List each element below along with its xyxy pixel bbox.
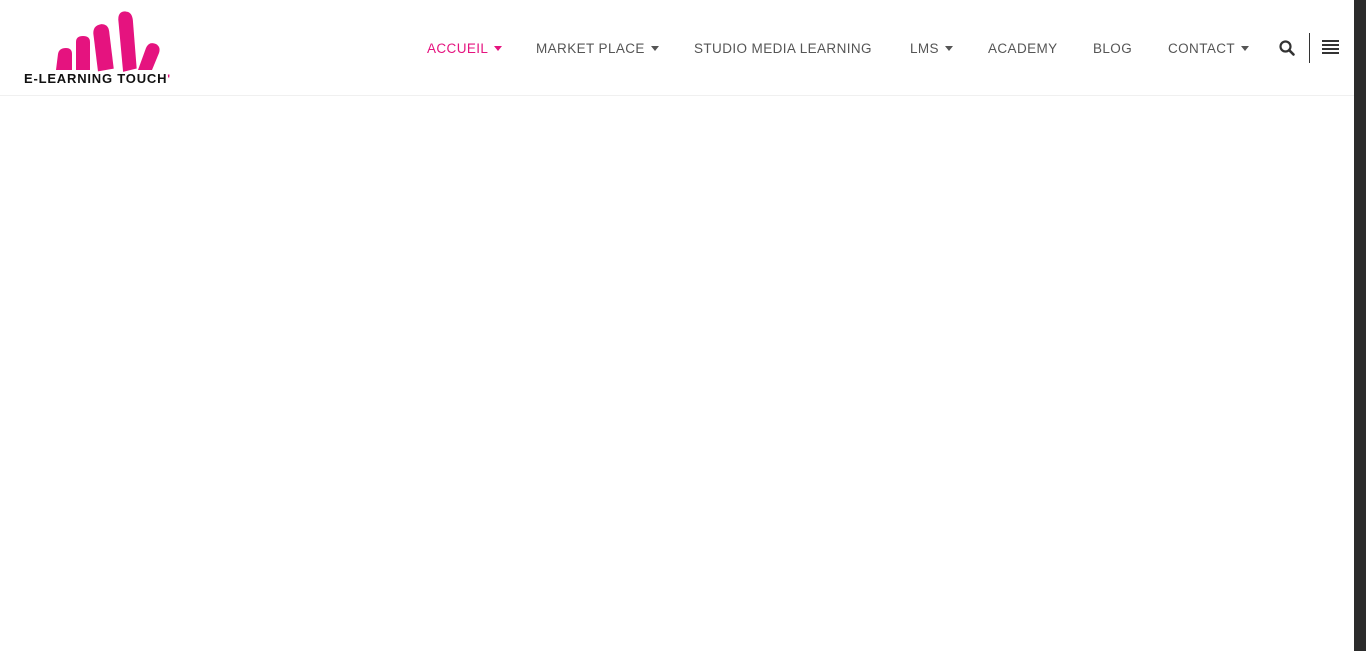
nav-item-blog[interactable]: BLOG [1093,40,1132,58]
nav-item-label: CONTACT [1168,41,1236,56]
nav-item-label: STUDIO MEDIA LEARNING [694,41,872,56]
nav-item-accueil[interactable]: ACCUEIL [427,40,503,58]
page: E-LEARNING TOUCH' ACCUEIL MARKET PLACE S… [0,0,1366,651]
side-menu-button[interactable] [1322,40,1339,55]
search-icon [1279,40,1295,56]
nav-item-studio-media-learning[interactable]: STUDIO MEDIA LEARNING [694,40,872,58]
nav-item-label: LMS [910,41,939,56]
caret-down-icon [1241,46,1250,51]
nav-item-market-place[interactable]: MARKET PLACE [536,40,659,58]
nav-item-label: MARKET PLACE [536,41,645,56]
viewport: E-LEARNING TOUCH' ACCUEIL MARKET PLACE S… [0,0,1354,651]
nav-divider [1309,33,1310,63]
page-scrollbar[interactable] [1354,0,1366,651]
nav-item-lms[interactable]: LMS [910,40,953,58]
nav-item-label: ACCUEIL [427,41,489,56]
caret-down-icon [494,46,503,51]
search-button[interactable] [1278,39,1296,57]
caret-down-icon [650,46,659,51]
nav-item-contact[interactable]: CONTACT [1168,40,1250,58]
nav-item-label: ACADEMY [988,41,1058,56]
nav-item-academy[interactable]: ACADEMY [988,40,1058,58]
caret-down-icon [944,46,953,51]
main-navigation: ACCUEIL MARKET PLACE STUDIO MEDIA LEARNI… [0,0,1354,95]
site-header: E-LEARNING TOUCH' ACCUEIL MARKET PLACE S… [0,0,1354,96]
nav-item-label: BLOG [1093,41,1133,56]
